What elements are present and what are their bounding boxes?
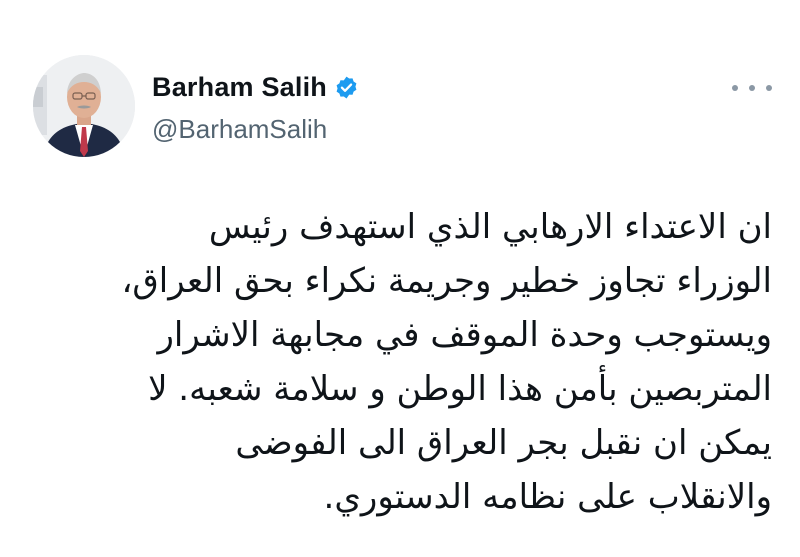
tweet-text-line: يمكن ان نقبل بجر العراق الى الفوضى: [235, 423, 772, 463]
tweet-text-line: الوزراء تجاوز خطير وجريمة نكراء بحق العر…: [121, 261, 772, 301]
tweet-text-line: المتربصين بأمن هذا الوطن و سلامة شعبه. ل…: [148, 369, 772, 409]
avatar-photo: [33, 55, 135, 157]
more-dot: [766, 85, 772, 91]
avatar[interactable]: [33, 55, 135, 157]
author-handle[interactable]: @BarhamSalih: [152, 114, 327, 145]
tweet-text-line: والانقلاب على نظامه الدستوري.: [323, 477, 772, 517]
more-dot: [732, 85, 738, 91]
more-horizontal-icon[interactable]: [732, 80, 772, 96]
verified-badge-icon: [336, 76, 357, 99]
tweet-text: ان الاعتداء الارهابي الذي استهدف رئيس ال…: [30, 200, 772, 524]
tweet-card: Barham Salih @BarhamSalih ان الاعتداء ال…: [0, 0, 800, 557]
author-display-name[interactable]: Barham Salih: [152, 72, 327, 103]
tweet-text-line: ان الاعتداء الارهابي الذي استهدف رئيس: [208, 207, 772, 247]
tweet-text-line: ويستوجب وحدة الموقف في مجابهة الاشرار: [157, 315, 772, 355]
more-dot: [749, 85, 755, 91]
author-name-row: Barham Salih: [152, 72, 359, 103]
